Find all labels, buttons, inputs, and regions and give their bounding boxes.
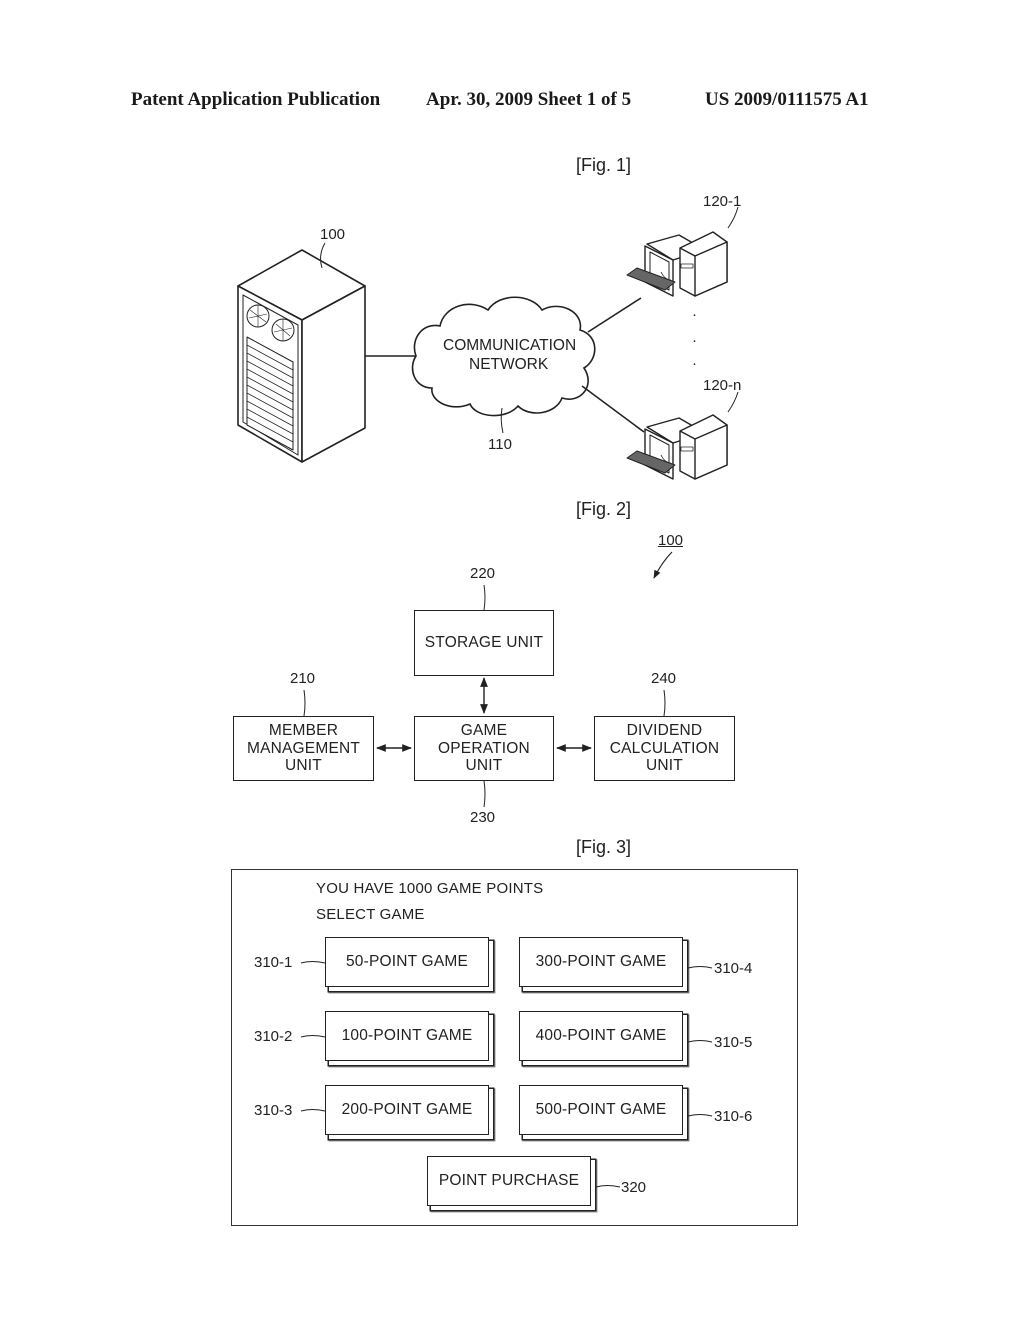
- network-label-line1: COMMUNICATION: [443, 337, 577, 354]
- storage-unit-block: STORAGE UNIT: [414, 610, 554, 676]
- storage-leader-line: [483, 584, 486, 611]
- fig3-label: [Fig. 3]: [576, 837, 632, 857]
- client-computer-icon: [626, 414, 728, 480]
- network-label-line2: NETWORK: [469, 356, 549, 373]
- ref-310-2: 310-2: [254, 1028, 293, 1045]
- member-management-unit-block: MEMBER MANAGEMENT UNIT: [233, 716, 374, 781]
- ref-310-3: 310-3: [254, 1102, 293, 1119]
- game-button-300[interactable]: 300-POINT GAME: [519, 937, 683, 987]
- dividend-calculation-unit-block: DIVIDEND CALCULATION UNIT: [594, 716, 735, 781]
- member-leader-line: [303, 689, 306, 717]
- ref-310-1: 310-1: [254, 954, 293, 971]
- select-game-prompt: SELECT GAME: [316, 906, 425, 923]
- game-leader-line: [483, 780, 486, 808]
- client-computer-icon: [626, 231, 728, 297]
- network-clientn-link: [581, 385, 645, 433]
- client-first-ref: 120-1: [703, 193, 742, 210]
- storage-ref: 220: [470, 565, 496, 582]
- ellipsis-dot: ·: [692, 355, 697, 372]
- game-button-200[interactable]: 200-POINT GAME: [325, 1085, 489, 1135]
- points-balance-message: YOU HAVE 1000 GAME POINTS: [316, 880, 544, 897]
- system-pointer-arrow: [653, 551, 673, 579]
- game-operation-unit-block: GAME OPERATION UNIT: [414, 716, 554, 781]
- dividend-leader-line: [663, 689, 666, 717]
- game-button-500[interactable]: 500-POINT GAME: [519, 1085, 683, 1135]
- client-last-ref: 120-n: [703, 377, 742, 394]
- game-button-400[interactable]: 400-POINT GAME: [519, 1011, 683, 1061]
- fig1-diagram: [237, 206, 739, 480]
- ellipsis-dot: ·: [692, 306, 697, 323]
- clientn-leader-line: [727, 391, 739, 413]
- ellipsis-dot: ·: [692, 332, 697, 349]
- game-button-100[interactable]: 100-POINT GAME: [325, 1011, 489, 1061]
- game-button-50[interactable]: 50-POINT GAME: [325, 937, 489, 987]
- server-ref: 100: [320, 226, 346, 243]
- network-client1-link: [587, 297, 642, 333]
- ref-310-4: 310-4: [714, 960, 753, 977]
- client1-leader-line: [727, 206, 739, 229]
- network-ref: 110: [488, 436, 512, 453]
- game-ref: 230: [470, 809, 496, 826]
- dividend-ref: 240: [651, 670, 677, 687]
- fig2-label: [Fig. 2]: [576, 499, 632, 519]
- server-icon: [237, 249, 366, 463]
- ref-310-5: 310-5: [714, 1034, 753, 1051]
- ref-310-6: 310-6: [714, 1108, 753, 1125]
- point-purchase-button[interactable]: POINT PURCHASE: [427, 1156, 591, 1206]
- member-ref: 210: [290, 670, 316, 687]
- ref-320: 320: [621, 1179, 647, 1196]
- system-ref: 100: [658, 532, 684, 549]
